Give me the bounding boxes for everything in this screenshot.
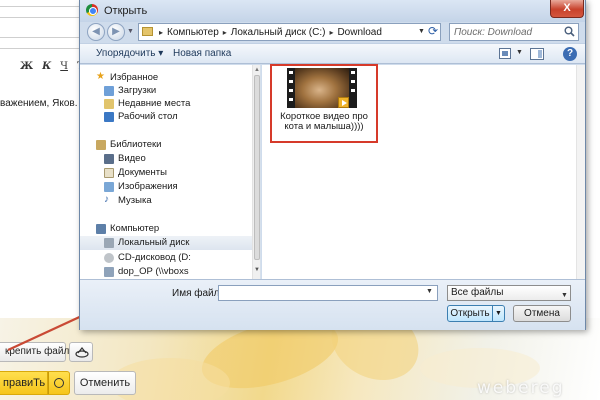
- scroll-thumb[interactable]: [254, 75, 260, 260]
- star-icon: ★: [96, 71, 105, 82]
- breadcrumb-separator-icon: ▸: [159, 28, 164, 37]
- cloud-disk-button[interactable]: [69, 342, 93, 362]
- clock-icon: [54, 378, 64, 388]
- recent-locations-dropdown[interactable]: ▼: [127, 28, 134, 35]
- nav-libraries[interactable]: Библиотеки: [80, 138, 252, 152]
- address-dropdown-icon[interactable]: ▼: [418, 28, 425, 35]
- italic-button[interactable]: К: [42, 61, 51, 72]
- address-bar[interactable]: ▸ Компьютер ▸ Локальный диск (C:) ▸ Down…: [138, 23, 441, 41]
- open-button[interactable]: Открыть: [447, 305, 493, 322]
- open-file-dialog: Открыть X ◀ ▶ ▼ ▸ Компьютер ▸ Локальный …: [79, 0, 586, 330]
- breadcrumb-separator-icon: ▸: [329, 28, 334, 37]
- file-type-select[interactable]: Все файлы ▼: [447, 285, 571, 301]
- nav-desktop[interactable]: Рабочий стол: [80, 110, 252, 124]
- cd-drive-icon: [104, 253, 114, 263]
- organize-menu[interactable]: Упорядочить ▾: [96, 48, 163, 59]
- folder-icon: [142, 27, 153, 36]
- downloads-icon: [104, 86, 114, 96]
- breadcrumb-local-disk[interactable]: Локальный диск (C:): [231, 27, 326, 38]
- file-scrollbar[interactable]: [576, 65, 585, 279]
- forward-button[interactable]: ▶: [107, 23, 125, 41]
- nav-local-disk[interactable]: Локальный диск: [80, 236, 252, 250]
- dialog-titlebar[interactable]: Открыть X: [80, 0, 585, 22]
- local-disk-icon: [104, 238, 114, 248]
- recipient-field[interactable]: [0, 6, 80, 18]
- send-button[interactable]: правиТь: [0, 371, 48, 395]
- underline-button[interactable]: Ч: [60, 61, 68, 72]
- computer-icon: [96, 224, 106, 234]
- message-signature: важением, Яков.: [0, 98, 78, 109]
- desktop-icon: [104, 112, 114, 122]
- media-player-badge-icon: [338, 97, 349, 108]
- video-library-icon: [104, 154, 114, 164]
- nav-documents[interactable]: Документы: [80, 166, 252, 180]
- nav-cd-drive[interactable]: CD-дисковод (D:: [80, 251, 252, 265]
- libraries-icon: [96, 140, 106, 150]
- refresh-icon[interactable]: ⟳: [428, 24, 438, 38]
- nav-favorites[interactable]: ★ Избранное: [80, 71, 252, 85]
- file-type-value: Все файлы: [451, 287, 504, 298]
- nav-recent-places[interactable]: Недавние места: [80, 97, 252, 111]
- pictures-icon: [104, 182, 114, 192]
- help-icon[interactable]: ?: [563, 47, 577, 61]
- search-icon[interactable]: [564, 26, 575, 37]
- file-list-pane: Короткое видео про кота и малыша)))): [262, 64, 585, 279]
- nav-music[interactable]: ♪ Музыка: [80, 194, 252, 208]
- chrome-icon: [86, 4, 98, 16]
- music-icon: ♪: [104, 194, 109, 205]
- back-button[interactable]: ◀: [87, 23, 105, 41]
- network-drive-icon: [104, 267, 114, 277]
- dialog-title: Открыть: [104, 5, 148, 17]
- new-folder-button[interactable]: Новая папка: [173, 48, 231, 59]
- filename-dropdown-icon[interactable]: ▼: [426, 288, 433, 295]
- cloud-disk-icon: [75, 347, 89, 358]
- format-toolbar: Ж К Ч Т: [20, 61, 84, 72]
- file-name: Короткое видео про кота и малыша)))): [280, 111, 368, 132]
- scroll-up-icon[interactable]: ▲: [254, 67, 260, 73]
- search-box[interactable]: [449, 23, 579, 41]
- attach-files-button[interactable]: крепить файлы: [0, 342, 76, 362]
- nav-downloads[interactable]: Загрузки: [80, 84, 252, 98]
- nav-scrollbar[interactable]: ▲ ▼: [252, 65, 260, 279]
- cancel-compose-button[interactable]: Отменить: [74, 371, 136, 395]
- navigation-pane: ★ Избранное Загрузки Недавние места Рабо…: [80, 65, 261, 279]
- navigation-bar: ◀ ▶ ▼ ▸ Компьютер ▸ Локальный диск (C:) …: [80, 22, 585, 42]
- chevron-down-icon: ▼: [561, 292, 568, 299]
- scheduled-send-button[interactable]: [48, 371, 70, 395]
- forward-arrow-icon: ▶: [112, 26, 120, 37]
- preview-pane-icon[interactable]: [530, 48, 544, 60]
- nav-video[interactable]: Видео: [80, 152, 252, 166]
- breadcrumb-separator-icon: ▸: [222, 28, 227, 37]
- view-dropdown-icon[interactable]: ▼: [516, 49, 523, 56]
- close-button[interactable]: X: [550, 0, 584, 18]
- nav-network-drive[interactable]: dop_OP (\\vboxs: [80, 265, 252, 279]
- back-arrow-icon: ◀: [92, 26, 100, 37]
- file-item[interactable]: Короткое видео про кота и малыша)))): [276, 68, 372, 140]
- recent-places-icon: [104, 99, 114, 109]
- change-view-icon[interactable]: [499, 48, 511, 59]
- bold-button[interactable]: Ж: [20, 61, 33, 72]
- filename-input[interactable]: [218, 285, 438, 301]
- breadcrumb-computer[interactable]: Компьютер: [167, 27, 219, 38]
- nav-pictures[interactable]: Изображения: [80, 180, 252, 194]
- search-input[interactable]: [454, 26, 558, 39]
- command-toolbar: Упорядочить ▾ Новая папка ▼ ?: [80, 43, 585, 64]
- scroll-down-icon[interactable]: ▼: [254, 267, 260, 273]
- subject-field[interactable]: [0, 37, 80, 49]
- watermark: webereg: [477, 378, 565, 398]
- nav-computer[interactable]: Компьютер: [80, 222, 252, 236]
- breadcrumb: ▸ Компьютер ▸ Локальный диск (C:) ▸ Down…: [159, 27, 382, 38]
- breadcrumb-download[interactable]: Download: [337, 27, 381, 38]
- documents-icon: [104, 168, 114, 178]
- cancel-button[interactable]: Отмена: [513, 305, 571, 322]
- dialog-footer: Имя файла: ▼ Все файлы ▼ Открыть ▼ Отмен…: [80, 279, 585, 330]
- open-options-dropdown[interactable]: ▼: [493, 305, 505, 322]
